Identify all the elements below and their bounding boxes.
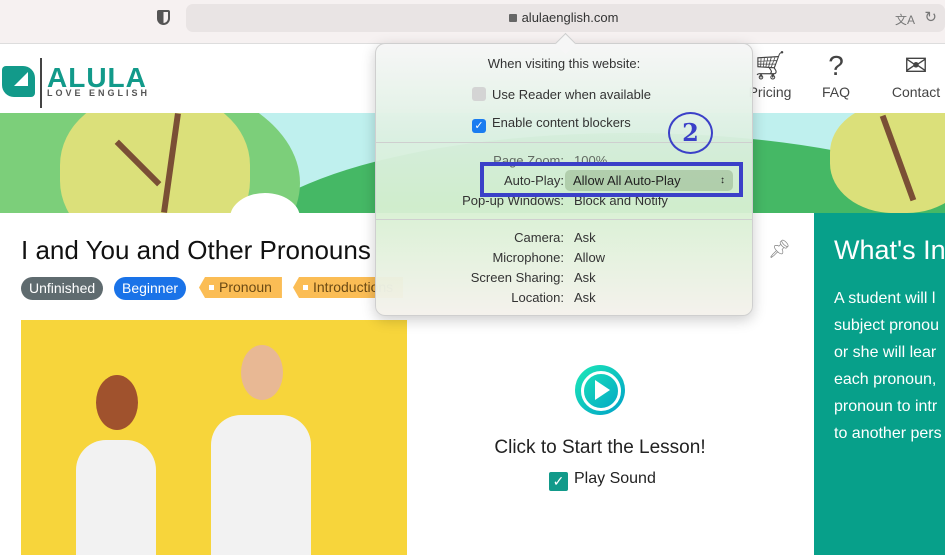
tag-pronoun[interactable]: Pronoun [199,277,282,298]
checkmark-icon: ✓ [472,119,486,133]
nav-faq[interactable]: ? FAQ [811,44,861,113]
status-badge: Unfinished [21,277,104,300]
logo-mark-icon [2,66,35,97]
address-bar[interactable]: alulaenglish.com 文A ↻ [186,4,945,32]
popover-header: When visiting this website: [487,56,641,71]
content-blockers-checkbox[interactable]: ✓ Enable content blockers [472,115,631,133]
envelope-icon: ✉ [904,50,928,81]
use-reader-checkbox[interactable]: Use Reader when available [472,87,651,102]
whats-inside-panel: What's Inside A student will lsubject pr… [814,213,945,555]
nav-contact[interactable]: ✉ Contact [886,44,945,113]
lesson-image [21,320,407,555]
play-sound-checkbox[interactable]: ✓ Play Sound [549,470,656,491]
location-row[interactable]: Location: Ask [376,290,752,308]
pin-icon[interactable]: 📌︎ [768,239,791,260]
screen-sharing-row[interactable]: Screen Sharing: Ask [376,270,752,288]
reload-icon[interactable]: ↻ [924,8,937,26]
url-text: alulaenglish.com [521,10,619,25]
lesson-title: I and You and Other Pronouns [21,235,371,265]
logo-tagline: LOVE ENGLISH [47,88,151,98]
question-icon: ? [828,50,844,81]
play-lesson-button[interactable] [575,365,625,415]
start-lesson-label[interactable]: Click to Start the Lesson! [407,437,793,459]
checkmark-icon: ✓ [549,472,568,491]
panel-title: What's Inside [834,235,945,265]
highlight-box [480,162,743,197]
browser-toolbar: alulaenglish.com 文A ↻ [0,0,945,44]
step-number-annotation: 2 [668,112,713,154]
camera-row[interactable]: Camera: Ask [376,230,752,248]
translate-icon[interactable]: 文A [895,11,915,28]
privacy-shield-icon[interactable] [157,10,170,25]
panel-text: A student will l subject pronou or she wil… [834,290,942,442]
microphone-row[interactable]: Microphone: Allow [376,250,752,268]
level-badge: Beginner [114,277,187,300]
lock-icon [508,14,517,22]
